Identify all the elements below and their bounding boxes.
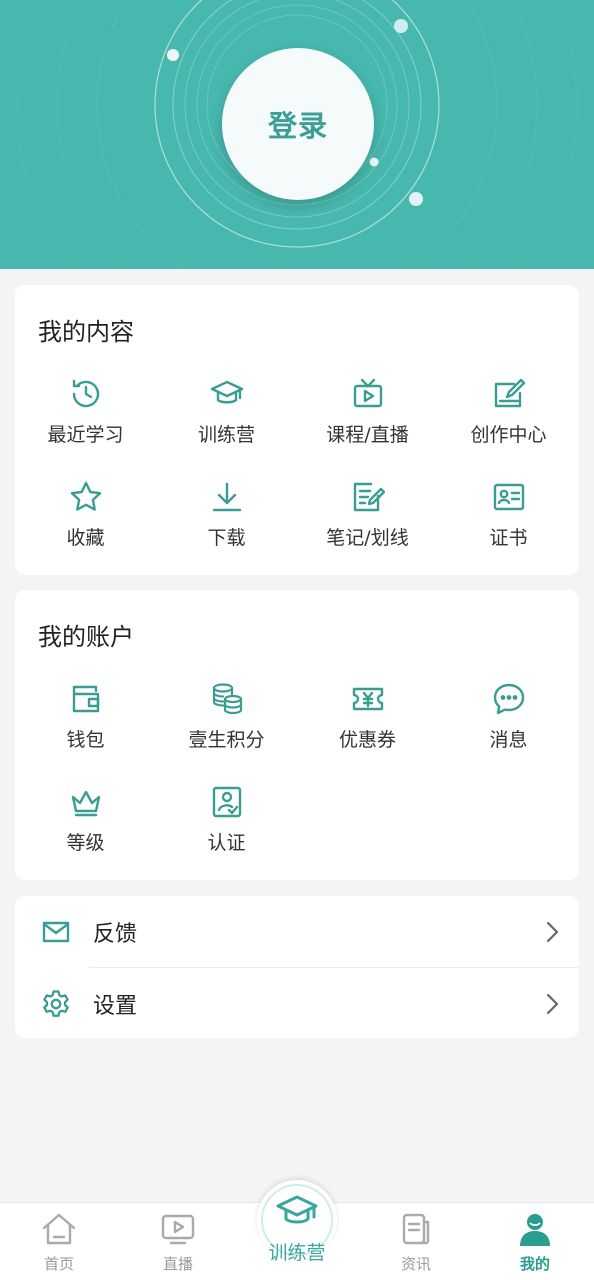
gear-icon <box>43 990 69 1017</box>
tab-live[interactable]: 直播 <box>119 1203 237 1280</box>
play-screen-icon <box>161 1214 195 1245</box>
grid-item-recent-study[interactable]: 最近学习 <box>15 377 156 447</box>
grid-item-download[interactable]: 下载 <box>156 480 297 550</box>
tab-label: 资讯 <box>400 1255 431 1273</box>
row-label: 反馈 <box>93 922 138 947</box>
tab-label: 我的 <box>519 1255 550 1273</box>
grid-item-label: 创作中心 <box>470 424 547 446</box>
grid-item-messages[interactable]: 消息 <box>438 682 579 752</box>
chevron-right-icon <box>546 921 559 943</box>
edit-icon <box>494 378 525 408</box>
download-icon <box>212 482 241 512</box>
wallet-icon <box>72 685 99 713</box>
grid-item-label: 收藏 <box>66 527 105 549</box>
grid-item-certificate[interactable]: 证书 <box>438 480 579 550</box>
crown-icon <box>71 790 100 817</box>
login-button[interactable]: 登录 <box>222 48 374 200</box>
grid-item-level[interactable]: 等级 <box>15 785 156 855</box>
grid-item-notes[interactable]: 笔记/划线 <box>297 480 438 550</box>
tab-home[interactable]: 首页 <box>0 1203 118 1280</box>
home-icon <box>42 1213 76 1245</box>
grid-item-wallet[interactable]: 钱包 <box>15 682 156 752</box>
row-feedback[interactable]: 反馈 <box>15 896 579 968</box>
coupon-icon <box>352 687 383 711</box>
row-settings[interactable]: 设置 <box>15 968 579 1039</box>
chevron-right-icon <box>546 993 559 1015</box>
grid-item-favorites[interactable]: 收藏 <box>15 480 156 550</box>
grid-item-coupon[interactable]: 优惠券 <box>297 682 438 752</box>
my-account-title: 我的账户 <box>38 623 134 651</box>
grid-item-label: 证书 <box>489 527 528 549</box>
verified-user-icon <box>212 786 241 818</box>
profile-header: 登录 <box>0 0 594 269</box>
tv-play-icon <box>353 378 382 408</box>
mail-icon <box>42 921 70 943</box>
tab-label: 直播 <box>162 1255 193 1273</box>
graduation-cap-icon <box>276 1195 318 1224</box>
star-icon <box>70 481 101 511</box>
my-content-card: 我的内容 最近学习 训练营 课程/直播 创作中心 收藏 下载 笔记/划线 证书 <box>15 285 579 575</box>
message-icon <box>493 683 524 715</box>
tab-news[interactable]: 资讯 <box>357 1203 475 1280</box>
grid-item-label: 优惠券 <box>338 729 396 751</box>
settings-list-card: 反馈 设置 <box>15 896 579 1038</box>
history-icon <box>72 379 99 408</box>
user-icon <box>520 1214 550 1246</box>
grid-item-label: 消息 <box>489 729 528 751</box>
grid-item-training-camp[interactable]: 训练营 <box>156 377 297 447</box>
grid-item-label: 最近学习 <box>47 424 124 446</box>
grid-item-verification[interactable]: 认证 <box>156 785 297 855</box>
tab-label: 首页 <box>43 1255 74 1273</box>
note-icon <box>353 482 385 512</box>
grid-item-course-live[interactable]: 课程/直播 <box>297 377 438 447</box>
grid-item-label: 钱包 <box>66 729 105 751</box>
graduation-cap-icon <box>210 380 243 404</box>
grid-item-label: 认证 <box>207 832 246 854</box>
news-icon <box>402 1213 430 1245</box>
my-content-title: 我的内容 <box>38 318 134 346</box>
row-label: 设置 <box>93 994 138 1019</box>
grid-item-label: 壹生积分 <box>188 729 265 751</box>
grid-item-creator-center[interactable]: 创作中心 <box>438 377 579 447</box>
grid-item-label: 下载 <box>207 527 246 549</box>
grid-item-points[interactable]: 壹生积分 <box>156 682 297 752</box>
tab-mine[interactable]: 我的 <box>476 1203 594 1280</box>
grid-item-label: 课程/直播 <box>326 424 409 446</box>
grid-item-label: 训练营 <box>197 424 255 446</box>
certificate-icon <box>493 483 524 511</box>
tab-training-camp-label: 训练营 <box>268 1242 326 1264</box>
my-account-card: 我的账户 钱包 壹生积分 优惠券 消息 等级 认证 <box>15 590 579 880</box>
grid-item-label: 笔记/划线 <box>326 527 409 549</box>
coins-icon <box>212 683 242 715</box>
grid-item-label: 等级 <box>66 832 105 854</box>
